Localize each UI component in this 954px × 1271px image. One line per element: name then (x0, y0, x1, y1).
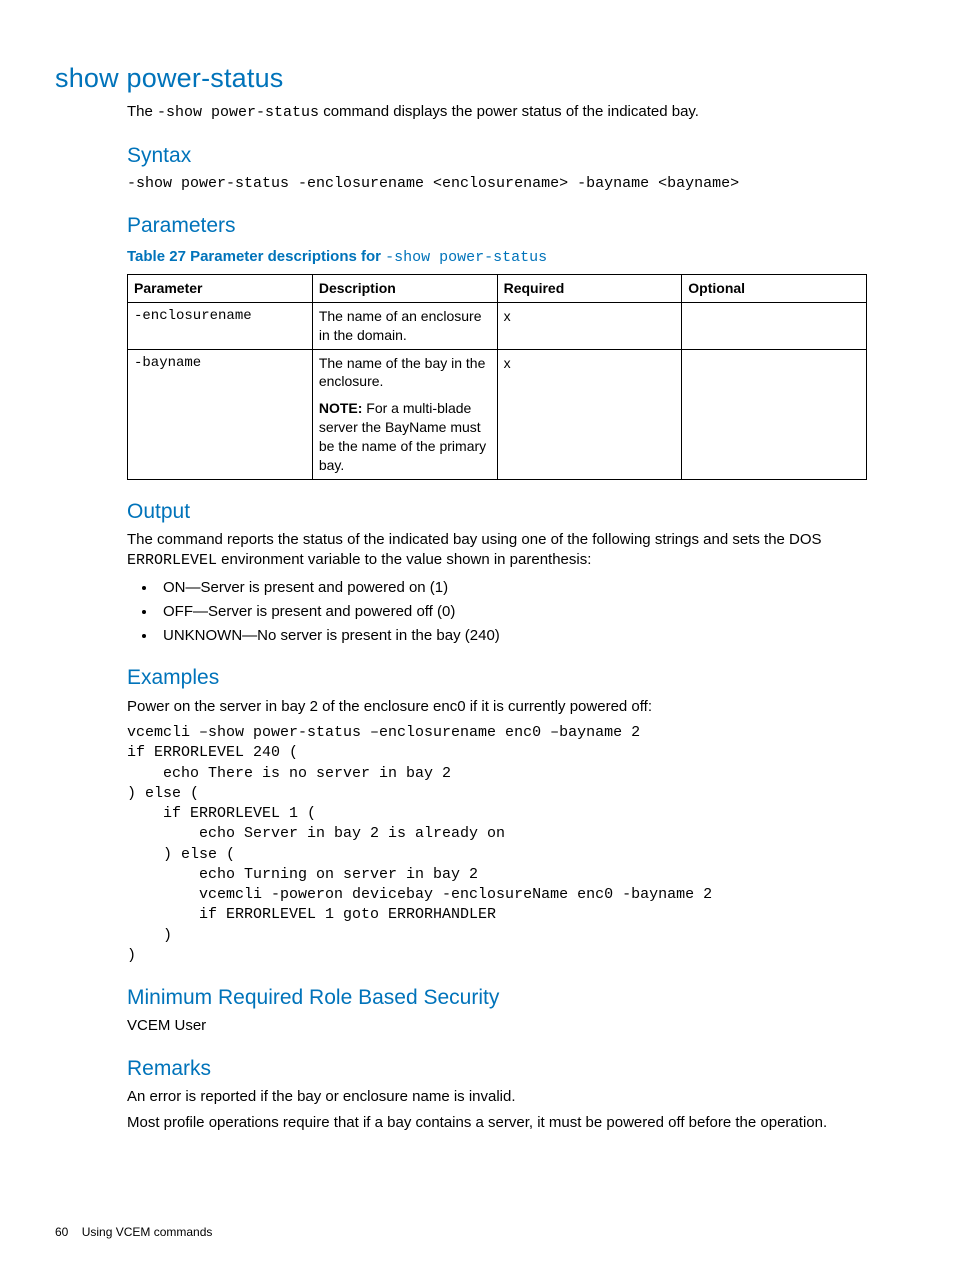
intro-text-pre: The (127, 103, 157, 120)
caption-code: -show power-status (385, 249, 547, 266)
table-row: -enclosurename The name of an enclosure … (128, 302, 867, 349)
cell-description-text: The name of the bay in the enclosure. (319, 355, 486, 390)
caption-prefix: Table 27 Parameter descriptions for (127, 248, 385, 265)
output-text-pre: The command reports the status of the in… (127, 531, 822, 548)
output-heading: Output (127, 498, 899, 526)
cell-description: The name of an enclosure in the domain. (312, 302, 497, 349)
output-paragraph: The command reports the status of the in… (127, 530, 899, 572)
security-text: VCEM User (127, 1016, 899, 1036)
list-item: ON—Server is present and powered on (1) (157, 578, 899, 598)
th-optional: Optional (682, 274, 867, 302)
cell-parameter: -enclosurename (128, 302, 313, 349)
cell-optional (682, 349, 867, 479)
intro-text-post: command displays the power status of the… (319, 103, 699, 120)
page-title: show power-status (55, 60, 899, 96)
cell-description: The name of the bay in the enclosure. NO… (312, 349, 497, 479)
page-footer: 60 Using VCEM commands (55, 1224, 899, 1240)
parameters-heading: Parameters (127, 212, 899, 240)
footer-section: Using VCEM commands (82, 1225, 213, 1239)
syntax-heading: Syntax (127, 142, 899, 170)
examples-lead: Power on the server in bay 2 of the encl… (127, 697, 899, 717)
intro-code: -show power-status (157, 104, 319, 121)
intro-paragraph: The -show power-status command displays … (127, 102, 899, 123)
output-code: ERRORLEVEL (127, 552, 217, 569)
table-caption: Table 27 Parameter descriptions for -sho… (127, 247, 899, 268)
output-list: ON—Server is present and powered on (1) … (127, 578, 899, 647)
page-number: 60 (55, 1225, 68, 1239)
note-label: NOTE: (319, 400, 363, 416)
output-text-post: environment variable to the value shown … (217, 551, 591, 568)
th-required: Required (497, 274, 682, 302)
security-heading: Minimum Required Role Based Security (127, 984, 899, 1012)
th-parameter: Parameter (128, 274, 313, 302)
table-header-row: Parameter Description Required Optional (128, 274, 867, 302)
syntax-code: -show power-status -enclosurename <enclo… (127, 174, 899, 194)
remarks-heading: Remarks (127, 1055, 899, 1083)
cell-required: x (497, 302, 682, 349)
examples-code: vcemcli –show power-status –enclosurenam… (127, 723, 899, 966)
list-item: UNKNOWN—No server is present in the bay … (157, 626, 899, 646)
cell-parameter: -bayname (128, 349, 313, 479)
parameters-table: Parameter Description Required Optional … (127, 274, 867, 480)
table-row: -bayname The name of the bay in the encl… (128, 349, 867, 479)
cell-required: x (497, 349, 682, 479)
remarks-p2: Most profile operations require that if … (127, 1113, 899, 1133)
th-description: Description (312, 274, 497, 302)
cell-optional (682, 302, 867, 349)
examples-heading: Examples (127, 664, 899, 692)
remarks-p1: An error is reported if the bay or enclo… (127, 1087, 899, 1107)
list-item: OFF—Server is present and powered off (0… (157, 602, 899, 622)
